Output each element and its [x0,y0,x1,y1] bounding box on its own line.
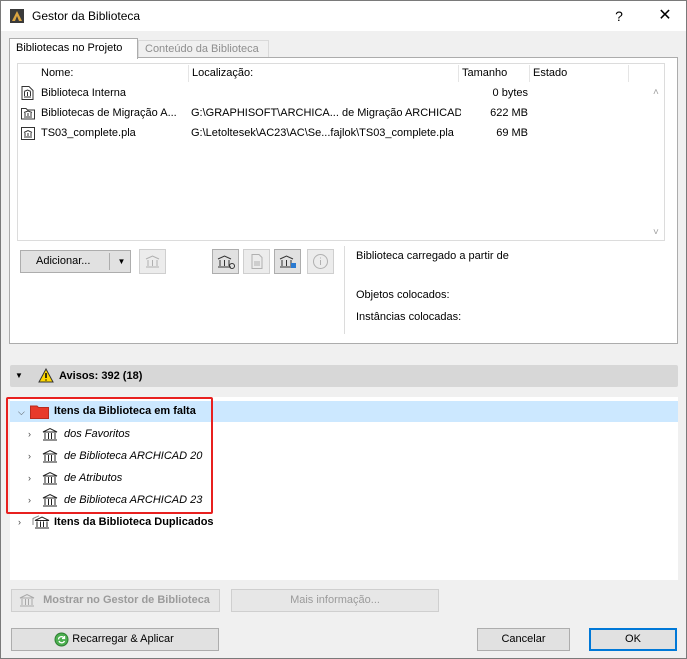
info-separator [344,246,345,334]
row-name: TS03_complete.pla [41,127,136,139]
tab-library-content[interactable]: Conteúdo da Biblioteca [138,40,269,58]
row-status [533,83,632,103]
row-name: Biblioteca Interna [41,87,126,99]
placed-instances-label: Instâncias colocadas: [356,311,462,323]
tab-libraries-in-project[interactable]: Bibliotecas no Projeto [9,38,138,59]
column-header-status[interactable]: Estado [530,65,629,82]
table-row[interactable]: Biblioteca Interna 0 bytes [18,83,648,103]
placed-objects-label: Objetos colocados: [356,289,450,301]
library-manager-dialog: Gestor da Biblioteca ? ✕ Bibliotecas no … [0,0,687,659]
row-status [533,123,632,143]
internal-library-file-icon [21,86,35,100]
library-settings-button[interactable] [212,249,239,274]
remove-library-button[interactable] [139,249,166,274]
info-button[interactable] [307,249,334,274]
show-in-library-manager-label: Mostrar no Gestor de Biblioteca [43,594,210,606]
more-info-button[interactable]: Mais informação... [231,589,439,612]
add-dropdown-arrow-icon[interactable]: ▼ [113,250,130,273]
library-folder-icon [21,106,35,120]
duplicate-library-icon [32,515,50,529]
highlight-box [6,397,213,514]
title-bar: Gestor da Biblioteca ? ✕ [1,1,686,31]
row-size: 0 bytes [492,87,528,99]
reload-icon [54,632,69,647]
library-report-button[interactable] [243,249,270,274]
row-size: 622 MB [490,107,528,119]
add-library-label: Adicionar... [36,255,91,267]
row-status [533,103,632,123]
column-header-size[interactable]: Tamanho [459,65,530,82]
scroll-down-arrow-icon[interactable]: ˅ [653,227,659,238]
library-icon [19,593,35,607]
collapse-arrow-icon[interactable]: ▼ [15,371,23,380]
archicad-app-icon [10,9,24,23]
row-location: G:\Letoltesek\AC23\AC\Se...fajlok\TS03_c… [191,127,454,139]
warnings-count-label: Avisos: 392 (18) [59,370,143,382]
cancel-button[interactable]: Cancelar [477,628,570,651]
table-row[interactable]: TS03_complete.pla G:\Letoltesek\AC23\AC\… [18,123,648,143]
warning-icon [38,368,54,383]
window-title: Gestor da Biblioteca [32,9,141,23]
library-container-button[interactable] [274,249,301,274]
row-name: Bibliotecas de Migração A... [41,107,177,119]
show-in-library-manager-button[interactable]: Mostrar no Gestor de Biblioteca [11,589,220,612]
reload-apply-button[interactable]: Recarregar & Aplicar [11,628,219,651]
column-header-location[interactable]: Localização: [189,65,459,82]
table-row[interactable]: Bibliotecas de Migração A... G:\GRAPHISO… [18,103,648,123]
scroll-up-arrow-icon[interactable]: ˄ [653,87,659,98]
container-file-icon [21,126,35,140]
split-divider [109,253,110,270]
row-location [191,83,461,103]
row-size: 69 MB [496,127,528,139]
row-location: G:\GRAPHISOFT\ARCHICA... de Migração ARC… [191,107,461,119]
ok-button[interactable]: OK [589,628,677,651]
loaded-from-label: Biblioteca carregado a partir de [356,250,509,262]
column-header-name[interactable]: Nome: [38,65,189,82]
help-button[interactable]: ? [604,4,634,28]
duplicate-items-label[interactable]: Itens da Biblioteca Duplicados [54,512,214,532]
collapsed-chevron-icon[interactable]: › [18,517,21,527]
close-button[interactable]: ✕ [647,4,683,28]
reload-apply-label: Recarregar & Aplicar [72,633,174,645]
